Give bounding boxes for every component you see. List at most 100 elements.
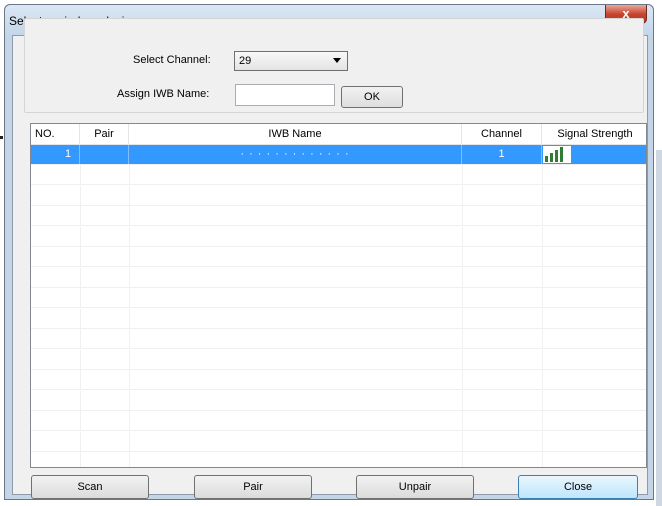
empty-row [31,288,646,308]
grid-line [542,226,543,247]
grid-line [462,206,463,226]
grid-line [542,329,543,349]
column-no[interactable]: NO. [31,124,80,144]
signal-bar [550,153,553,162]
grid-line [80,411,81,431]
empty-row [31,206,646,226]
scan-button[interactable]: Scan [31,475,149,499]
grid-line [542,431,543,452]
grid-line [462,165,463,185]
row-pair [80,145,129,164]
grid-line [462,411,463,431]
grid-line [462,288,463,308]
settings-panel: Select Channel: 29 Assign IWB Name: OK [24,18,644,113]
signal-bar [560,147,563,162]
column-pair[interactable]: Pair [80,124,129,144]
grid-line [542,452,543,467]
empty-row [31,329,646,349]
grid-line [80,329,81,349]
grid-line [462,452,463,467]
row-no: 1 [31,145,80,164]
grid-line [80,349,81,370]
ok-button[interactable]: OK [341,86,403,108]
grid-line [542,267,543,288]
grid-line [80,431,81,452]
empty-row [31,185,646,206]
row-iwb-name: · · · · · · · · · · · · · [129,145,462,164]
chevron-down-icon [333,58,341,63]
empty-row [31,267,646,288]
grid-line [80,267,81,288]
grid-line [129,308,130,329]
grid-line [462,226,463,247]
signal-bar [555,150,558,162]
grid-line [80,390,81,411]
grid-line [80,206,81,226]
grid-line [542,411,543,431]
grid-line [462,349,463,370]
column-iwb-name[interactable]: IWB Name [129,124,462,144]
grid-line [80,165,81,185]
empty-row [31,165,646,185]
grid-line [80,370,81,390]
grid-line [80,452,81,467]
grid-line [542,390,543,411]
row-channel: 1 [462,145,542,164]
empty-row [31,349,646,370]
empty-row [31,247,646,267]
empty-row [31,226,646,247]
grid-line [80,247,81,267]
grid-line [542,206,543,226]
background-mark [0,136,3,139]
grid-line [542,288,543,308]
grid-line [542,247,543,267]
list-header: NO. Pair IWB Name Channel Signal Strengt… [31,124,646,145]
grid-line [129,247,130,267]
column-channel[interactable]: Channel [462,124,542,144]
grid-line [542,349,543,370]
grid-line [542,165,543,185]
table-row[interactable]: 1 · · · · · · · · · · · · · 1 [31,145,646,165]
grid-line [462,308,463,329]
grid-line [129,370,130,390]
grid-line [129,185,130,206]
iwb-name-input[interactable] [235,84,335,106]
channel-select[interactable]: 29 [234,51,348,71]
channel-label: Select Channel: [133,54,211,66]
background-right [656,150,662,506]
grid-line [462,329,463,349]
grid-line [462,267,463,288]
grid-line [462,390,463,411]
empty-row [31,411,646,431]
grid-line [462,247,463,267]
grid-line [129,411,130,431]
grid-line [129,226,130,247]
grid-line [129,206,130,226]
grid-line [129,165,130,185]
grid-line [129,267,130,288]
grid-line [80,226,81,247]
device-list[interactable]: NO. Pair IWB Name Channel Signal Strengt… [30,123,647,468]
grid-line [462,370,463,390]
grid-line [129,329,130,349]
grid-line [129,431,130,452]
grid-line [129,452,130,467]
pair-button[interactable]: Pair [194,475,312,499]
close-button[interactable]: Close [518,475,638,499]
empty-row [31,370,646,390]
column-signal-strength[interactable]: Signal Strength [542,124,646,144]
grid-line [542,308,543,329]
signal-bar [545,156,548,162]
grid-line [129,349,130,370]
grid-line [129,288,130,308]
grid-line [80,308,81,329]
empty-row [31,452,646,467]
grid-line [462,185,463,206]
grid-line [80,185,81,206]
signal-strength-icon [543,146,571,163]
channel-value: 29 [239,55,252,67]
unpair-button[interactable]: Unpair [356,475,474,499]
dialog-window: Select a wireless device x Select Channe… [4,4,654,500]
name-label: Assign IWB Name: [117,88,210,100]
grid-line [80,288,81,308]
